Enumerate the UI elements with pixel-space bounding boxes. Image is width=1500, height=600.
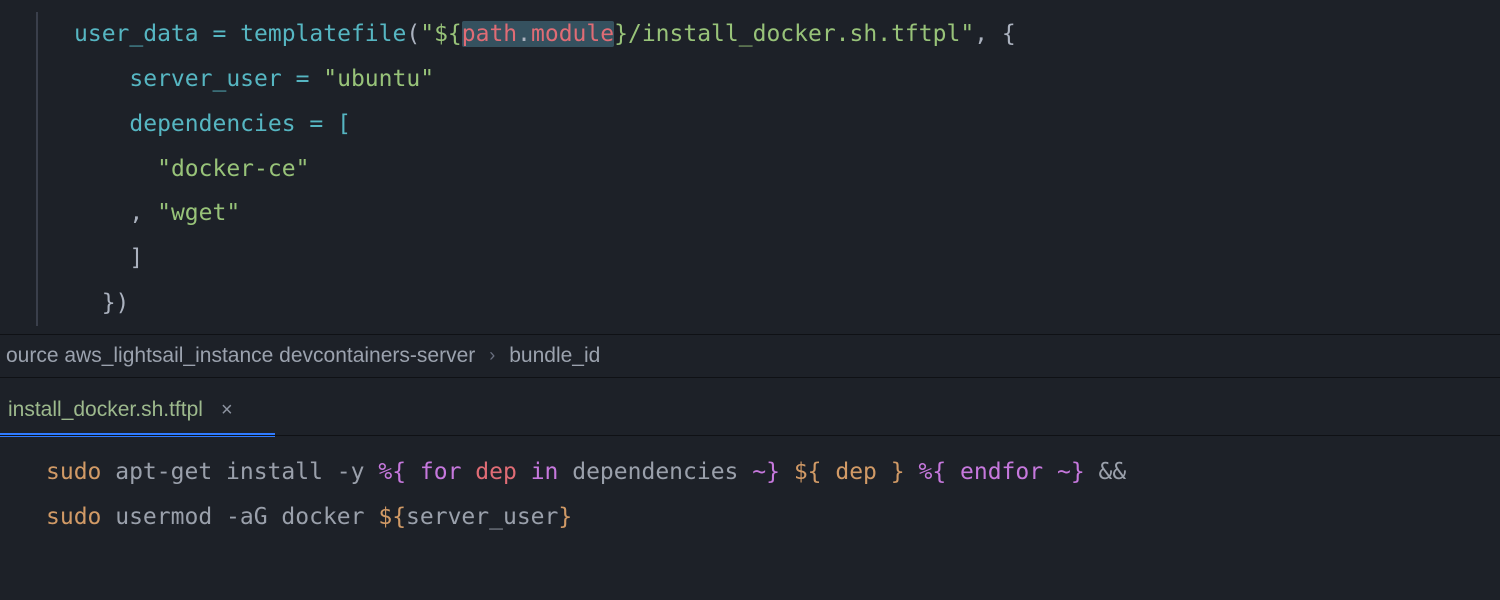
code-line[interactable]: "docker-ce" xyxy=(0,147,1500,192)
code-string-quote: " xyxy=(420,21,434,47)
code-delim: } xyxy=(891,459,919,485)
tab-bar: install_docker.sh.tftpl × xyxy=(0,378,1500,436)
breadcrumb[interactable]: ource aws_lightsail_instance devcontaine… xyxy=(0,334,1500,378)
code-text: , { xyxy=(974,21,1016,47)
code-delim: } xyxy=(766,459,794,485)
code-string: /install_docker.sh.tftpl xyxy=(628,21,960,47)
code-cmd: sudo xyxy=(46,504,101,530)
code-line[interactable]: user_data = templatefile("${path.module}… xyxy=(0,12,1500,57)
code-tilde: ~ xyxy=(738,459,766,485)
code-cmd: sudo xyxy=(46,459,101,485)
code-delim: ${ xyxy=(794,459,822,485)
editor-pane-top[interactable]: user_data = templatefile("${path.module}… xyxy=(0,0,1500,334)
indent xyxy=(74,290,102,316)
code-variable: user_data xyxy=(74,21,199,47)
code-path: path xyxy=(462,21,517,47)
tab-label: install_docker.sh.tftpl xyxy=(8,398,203,422)
code-line[interactable]: }) xyxy=(0,281,1500,326)
close-icon[interactable]: × xyxy=(221,400,233,420)
code-string: "wget" xyxy=(157,200,240,226)
tabbar-divider xyxy=(0,435,1500,436)
code-tilde: ~ xyxy=(1057,459,1071,485)
code-var: dep xyxy=(475,459,517,485)
code-line[interactable]: server_user = "ubuntu" xyxy=(0,57,1500,102)
indent xyxy=(74,66,129,92)
code-brace: }) xyxy=(102,290,130,316)
code-op: = xyxy=(199,21,241,47)
code-delim: } xyxy=(1071,459,1099,485)
code-line[interactable]: dependencies = [ xyxy=(0,102,1500,147)
indent: , xyxy=(74,200,157,226)
code-delim: ${ xyxy=(378,504,406,530)
code-keyword: in xyxy=(517,459,572,485)
code-paren: ( xyxy=(406,21,420,47)
editor-pane-bottom[interactable]: sudo apt-get install -y %{ for dep in de… xyxy=(0,436,1500,540)
code-interp-close: } xyxy=(614,21,628,47)
code-text: usermod -aG docker xyxy=(101,504,378,530)
code-var: dep xyxy=(822,459,891,485)
code-key: dependencies xyxy=(129,111,295,137)
indent xyxy=(74,156,157,182)
tab-install-docker[interactable]: install_docker.sh.tftpl × xyxy=(0,392,247,436)
code-delim: } xyxy=(558,504,572,530)
code-text: apt-get install -y xyxy=(101,459,378,485)
code-string: "ubuntu" xyxy=(323,66,434,92)
code-dot: . xyxy=(517,21,531,47)
chevron-right-icon: › xyxy=(489,345,495,366)
code-string-quote: " xyxy=(960,21,974,47)
indent xyxy=(74,245,129,271)
code-keyword: for xyxy=(406,459,475,485)
code-keyword: endfor xyxy=(946,459,1057,485)
indent xyxy=(74,111,129,137)
code-fn: templatefile xyxy=(240,21,406,47)
code-var: dependencies xyxy=(572,459,738,485)
code-text: && xyxy=(1099,459,1127,485)
code-line[interactable]: sudo apt-get install -y %{ for dep in de… xyxy=(46,450,1500,495)
code-interp-open: ${ xyxy=(434,21,462,47)
code-op: = xyxy=(282,66,324,92)
breadcrumb-segment[interactable]: bundle_id xyxy=(509,344,600,368)
code-delim: %{ xyxy=(918,459,946,485)
code-line[interactable]: ] xyxy=(0,236,1500,281)
code-var: server_user xyxy=(406,504,558,530)
indent-guide xyxy=(36,12,38,326)
code-line[interactable]: , "wget" xyxy=(0,191,1500,236)
code-key: server_user xyxy=(129,66,281,92)
code-bracket: ] xyxy=(129,245,143,271)
breadcrumb-segment[interactable]: ource aws_lightsail_instance devcontaine… xyxy=(6,344,475,368)
code-module: module xyxy=(531,21,614,47)
code-op: = [ xyxy=(296,111,351,137)
code-string: "docker-ce" xyxy=(157,156,309,182)
code-delim: %{ xyxy=(378,459,406,485)
code-line[interactable]: sudo usermod -aG docker ${server_user} xyxy=(46,495,1500,540)
